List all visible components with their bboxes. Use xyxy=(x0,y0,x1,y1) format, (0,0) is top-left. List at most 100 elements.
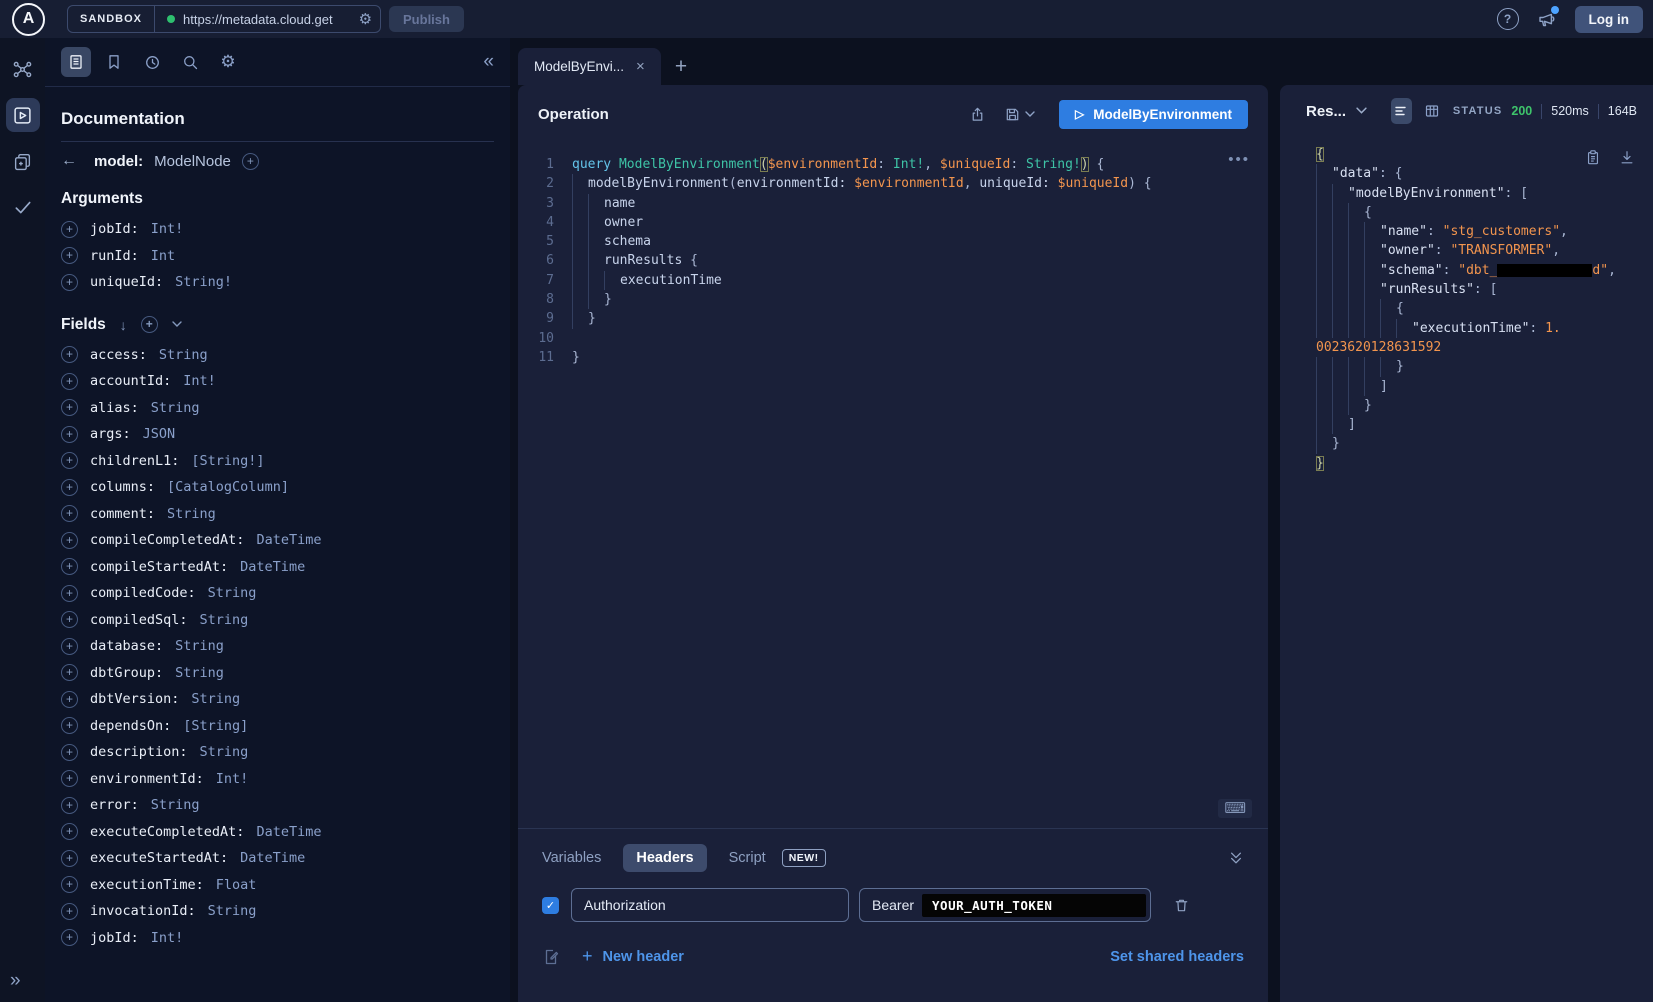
publish-button[interactable]: Publish xyxy=(389,6,464,32)
collapse-panel-icon[interactable]: « xyxy=(483,51,494,73)
add-to-query-icon[interactable]: + xyxy=(61,426,78,443)
history-icon[interactable] xyxy=(137,47,167,77)
add-to-query-icon[interactable]: + xyxy=(61,744,78,761)
doc-field-row[interactable]: +executeStartedAt: DateTime xyxy=(61,845,494,872)
operation-collections-icon[interactable] xyxy=(6,144,40,178)
header-enabled-checkbox[interactable]: ✓ xyxy=(542,897,559,914)
add-to-query-icon[interactable]: + xyxy=(61,797,78,814)
share-operation-icon[interactable] xyxy=(969,106,986,123)
add-to-query-icon[interactable]: + xyxy=(61,823,78,840)
add-to-query-icon[interactable]: + xyxy=(61,346,78,363)
add-to-query-icon[interactable]: + xyxy=(61,274,78,291)
doc-field-row[interactable]: +invocationId: String xyxy=(61,898,494,925)
add-type-icon[interactable]: + xyxy=(242,153,259,170)
sort-fields-icon[interactable]: ↓ xyxy=(120,317,127,333)
doc-field-row[interactable]: +compileStartedAt: DateTime xyxy=(61,554,494,581)
tab-variables[interactable]: Variables xyxy=(542,844,601,872)
add-to-query-icon[interactable]: + xyxy=(61,399,78,416)
doc-field-row[interactable]: +description: String xyxy=(61,739,494,766)
add-to-query-icon[interactable]: + xyxy=(61,717,78,734)
doc-field-row[interactable]: +error: String xyxy=(61,792,494,819)
editor-menu-button[interactable]: ••• xyxy=(1228,151,1250,168)
settings-gear-icon[interactable]: ⚙ xyxy=(213,47,243,77)
help-icon[interactable]: ? xyxy=(1497,8,1519,30)
response-title[interactable]: Res... xyxy=(1306,103,1346,120)
add-to-query-icon[interactable]: + xyxy=(61,876,78,893)
doc-field-row[interactable]: +compileCompletedAt: DateTime xyxy=(61,527,494,554)
doc-field-row[interactable]: +jobId: Int! xyxy=(61,925,494,952)
add-to-query-icon[interactable]: + xyxy=(61,479,78,496)
response-json-area[interactable]: {"data": {"modelByEnvironment": [{"name"… xyxy=(1280,137,1653,1002)
edit-document-icon[interactable] xyxy=(542,948,560,966)
response-dropdown-chevron-icon[interactable] xyxy=(1356,107,1367,115)
new-header-button[interactable]: + New header xyxy=(582,946,684,967)
add-to-query-icon[interactable]: + xyxy=(61,850,78,867)
expand-rail-icon[interactable]: » xyxy=(0,970,21,992)
tab-headers[interactable]: Headers xyxy=(623,844,706,872)
documentation-tab-icon[interactable] xyxy=(61,47,91,77)
breadcrumb-type[interactable]: ModelNode xyxy=(154,153,231,170)
tab-script[interactable]: Script xyxy=(729,844,766,872)
graphql-editor[interactable]: 1query ModelByEnvironment($environmentId… xyxy=(518,143,1268,828)
code-line[interactable]: 3name xyxy=(518,194,1268,213)
code-line[interactable]: 10 xyxy=(518,329,1268,348)
doc-field-row[interactable]: +access: String xyxy=(61,342,494,369)
add-to-query-icon[interactable]: + xyxy=(61,929,78,946)
apollo-logo-icon[interactable]: A xyxy=(12,3,45,36)
table-view-toggle-icon[interactable] xyxy=(1422,98,1443,124)
doc-field-row[interactable]: +environmentId: Int! xyxy=(61,766,494,793)
doc-field-row[interactable]: +executionTime: Float xyxy=(61,872,494,899)
doc-field-row[interactable]: +compiledSql: String xyxy=(61,607,494,634)
new-tab-icon[interactable]: + xyxy=(675,55,687,79)
doc-field-row[interactable]: +dbtVersion: String xyxy=(61,686,494,713)
code-line[interactable]: 11} xyxy=(518,348,1268,367)
copy-response-icon[interactable] xyxy=(1585,149,1601,166)
doc-argument-row[interactable]: +runId: Int xyxy=(61,243,494,270)
code-line[interactable]: 4owner xyxy=(518,213,1268,232)
back-arrow-icon[interactable]: ← xyxy=(61,152,77,170)
code-line[interactable]: 2modelByEnvironment(environmentId: $envi… xyxy=(518,174,1268,193)
header-key-input[interactable] xyxy=(571,888,849,922)
add-to-query-icon[interactable]: + xyxy=(61,585,78,602)
add-to-query-icon[interactable]: + xyxy=(61,611,78,628)
code-line[interactable]: 5schema xyxy=(518,232,1268,251)
close-tab-icon[interactable]: × xyxy=(636,58,645,75)
add-to-query-icon[interactable]: + xyxy=(61,373,78,390)
add-to-query-icon[interactable]: + xyxy=(61,505,78,522)
add-all-fields-icon[interactable]: + xyxy=(141,316,158,333)
code-line[interactable]: 9} xyxy=(518,309,1268,328)
add-to-query-icon[interactable]: + xyxy=(61,638,78,655)
code-line[interactable]: 1query ModelByEnvironment($environmentId… xyxy=(518,155,1268,174)
collapse-bottom-panel-icon[interactable] xyxy=(1228,851,1244,865)
add-to-query-icon[interactable]: + xyxy=(61,532,78,549)
header-value-input[interactable]: Bearer YOUR_AUTH_TOKEN xyxy=(859,888,1151,922)
add-to-query-icon[interactable]: + xyxy=(61,903,78,920)
doc-field-row[interactable]: +dbtGroup: String xyxy=(61,660,494,687)
doc-field-row[interactable]: +compiledCode: String xyxy=(61,580,494,607)
login-button[interactable]: Log in xyxy=(1575,6,1644,33)
doc-field-row[interactable]: +executeCompletedAt: DateTime xyxy=(61,819,494,846)
add-to-query-icon[interactable]: + xyxy=(61,558,78,575)
keyboard-shortcuts-icon[interactable]: ⌨ xyxy=(1218,799,1252,818)
doc-field-row[interactable]: +comment: String xyxy=(61,501,494,528)
doc-field-row[interactable]: +database: String xyxy=(61,633,494,660)
bookmarks-icon[interactable] xyxy=(99,47,129,77)
add-to-query-icon[interactable]: + xyxy=(61,664,78,681)
add-to-query-icon[interactable]: + xyxy=(61,691,78,708)
search-icon[interactable] xyxy=(175,47,205,77)
endpoint-url-box[interactable]: https://metadata.cloud.get ⚙ xyxy=(155,6,380,32)
auth-token-value[interactable]: YOUR_AUTH_TOKEN xyxy=(922,894,1146,917)
code-line[interactable]: 8} xyxy=(518,290,1268,309)
operation-tab[interactable]: ModelByEnvi... × xyxy=(518,48,661,85)
doc-field-row[interactable]: +accountId: Int! xyxy=(61,368,494,395)
doc-argument-row[interactable]: +jobId: Int! xyxy=(61,216,494,243)
download-response-icon[interactable] xyxy=(1619,149,1635,166)
endpoint-settings-gear-icon[interactable]: ⚙ xyxy=(359,12,372,27)
schema-graph-icon[interactable] xyxy=(6,52,40,86)
doc-field-row[interactable]: +childrenL1: [String!] xyxy=(61,448,494,475)
delete-header-icon[interactable] xyxy=(1173,897,1190,914)
doc-field-row[interactable]: +args: JSON xyxy=(61,421,494,448)
run-operation-button[interactable]: ▷ ModelByEnvironment xyxy=(1059,100,1248,129)
doc-argument-row[interactable]: +uniqueId: String! xyxy=(61,269,494,296)
explorer-nav-icon[interactable] xyxy=(6,98,40,132)
